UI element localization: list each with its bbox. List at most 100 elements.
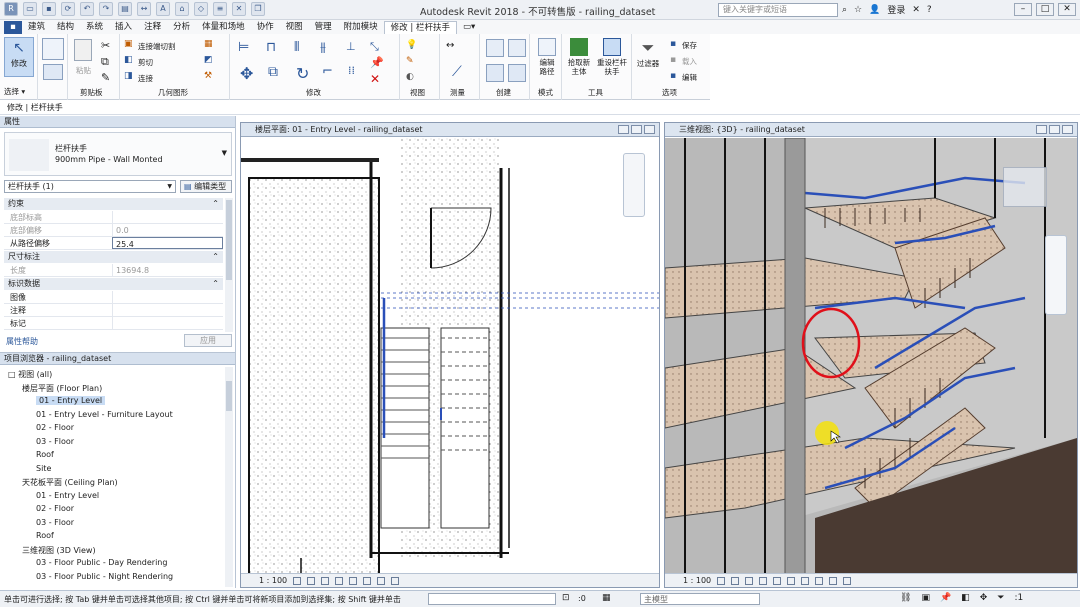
restore-icon[interactable] xyxy=(1049,125,1060,134)
restore-icon[interactable] xyxy=(631,125,642,134)
design-options-icon[interactable]: ▦ xyxy=(602,593,611,603)
lock-view-icon[interactable] xyxy=(815,577,824,585)
select-pinned-icon[interactable]: 📌 xyxy=(940,593,951,603)
editable-only-icon[interactable]: ⊡ xyxy=(562,593,570,603)
edit-path-button[interactable]: 编辑路径 xyxy=(536,38,558,82)
reset-railing-button[interactable]: 重设栏杆扶手 xyxy=(596,38,628,82)
properties-help-link[interactable]: 属性帮助 xyxy=(6,336,38,347)
crop-icon[interactable] xyxy=(349,577,358,585)
user-icon[interactable]: 👤 xyxy=(869,5,880,15)
close-hidden-icon[interactable]: ✕ xyxy=(232,2,246,16)
demolish-icon[interactable]: ⚒ xyxy=(204,71,217,84)
section-identity[interactable]: 标识数据 ⌃ xyxy=(4,278,223,290)
tab-modify-railing[interactable]: 修改 | 栏杆扶手 xyxy=(383,21,457,34)
thin-lines-icon[interactable]: ≡ xyxy=(213,2,227,16)
section-constraints[interactable]: 约束 ⌃ xyxy=(4,198,223,210)
move-icon[interactable]: ✥ xyxy=(240,64,253,83)
filter-button[interactable]: ⏷ 过滤器 xyxy=(634,38,662,82)
cope-icon[interactable]: ▣ xyxy=(124,39,137,52)
select-face-icon[interactable]: ◧ xyxy=(961,593,970,603)
exchange-icon[interactable]: ✕ xyxy=(912,5,920,15)
browser-item[interactable]: □ 视图 (all) xyxy=(8,369,52,380)
3d-view-icon[interactable]: ⌂ xyxy=(175,2,189,16)
measure-icon[interactable]: ↔ xyxy=(137,2,151,16)
search-input[interactable]: 键入关键字或短语 xyxy=(718,3,838,17)
tab-analyze[interactable]: 分析 xyxy=(167,21,196,34)
crop-icon[interactable] xyxy=(787,577,796,585)
file-tab[interactable]: ▪ xyxy=(4,21,22,34)
pin-icon[interactable]: 📌 xyxy=(370,56,384,69)
split-icon[interactable]: ⊥ xyxy=(346,40,359,53)
sun-path-icon[interactable] xyxy=(321,577,330,585)
reveal-icon[interactable] xyxy=(391,577,400,585)
browser-item[interactable]: 03 - Floor xyxy=(36,437,74,446)
path-offset-input[interactable]: 25.4 xyxy=(112,237,223,249)
visual-style-icon[interactable] xyxy=(307,577,316,585)
array-icon[interactable]: ⁞⁞ xyxy=(348,64,361,77)
copy-icon[interactable]: ⧉ xyxy=(101,55,114,68)
dimension-icon[interactable]: ⟋ xyxy=(452,64,465,80)
section-dimensions[interactable]: 尺寸标注 ⌃ xyxy=(4,251,223,263)
type-selector[interactable]: 栏杆扶手 900mm Pipe - Wall Monted ▼ xyxy=(4,132,232,176)
mirror-draw-icon[interactable]: ⫵ xyxy=(320,40,333,55)
text-icon[interactable]: A xyxy=(156,2,170,16)
detail-level-icon[interactable] xyxy=(717,577,726,585)
redo-icon[interactable]: ↷ xyxy=(99,2,113,16)
join-icon[interactable]: ◨ xyxy=(124,71,137,84)
scale-icon[interactable]: ⤡ xyxy=(370,40,383,53)
instance-filter-dropdown[interactable]: 栏杆扶手 (1) ▼ xyxy=(4,180,176,193)
connect-cut-button[interactable]: 连接端切割 xyxy=(138,41,176,52)
main-model-dropdown[interactable]: 主模型 xyxy=(640,593,760,605)
reveal-icon[interactable] xyxy=(843,577,852,585)
split-face-icon[interactable]: ◩ xyxy=(204,55,217,68)
show-crop-icon[interactable] xyxy=(363,577,372,585)
trim-icon[interactable]: ⌐ xyxy=(322,64,335,79)
load-selection-button[interactable]: 载入 xyxy=(682,56,697,67)
visual-style-icon[interactable] xyxy=(731,577,740,585)
select-dropdown[interactable]: 选择 ▾ xyxy=(4,86,25,97)
subscription-icon[interactable]: ☆ xyxy=(854,5,862,15)
tab-insert[interactable]: 插入 xyxy=(109,21,138,34)
browser-item[interactable]: 02 - Floor xyxy=(36,423,74,432)
browser-item[interactable]: 三维视图 (3D View) xyxy=(22,545,96,556)
browser-item[interactable]: Roof xyxy=(36,450,54,459)
viewcube[interactable] xyxy=(1003,167,1047,207)
cut-button[interactable]: 剪切 xyxy=(138,57,153,68)
type-properties-icon[interactable] xyxy=(43,64,63,80)
maximize-icon[interactable]: □ xyxy=(1036,3,1054,16)
3d-nav-bar[interactable] xyxy=(1045,235,1067,315)
hide-icon[interactable]: ◐ xyxy=(406,72,419,85)
create-parts-icon[interactable] xyxy=(508,39,526,57)
shadows-icon[interactable] xyxy=(759,577,768,585)
plan-nav-bar[interactable] xyxy=(623,153,645,217)
select-links-icon[interactable]: ⛓ xyxy=(900,593,911,603)
temp-hide-icon[interactable] xyxy=(377,577,386,585)
filter-status-icon[interactable]: ⏷ xyxy=(997,593,1004,603)
print-icon[interactable]: ▤ xyxy=(118,2,132,16)
pick-host-button[interactable]: 拾取新主体 xyxy=(566,38,592,82)
close-icon[interactable] xyxy=(644,125,655,134)
ribbon-toggle-icon[interactable]: ▭▾ xyxy=(457,21,481,34)
tab-collaborate[interactable]: 协作 xyxy=(251,21,280,34)
browser-item[interactable]: 03 - Floor Public - Night Rendering xyxy=(36,572,173,581)
minimize-icon[interactable] xyxy=(618,125,629,134)
browser-item[interactable]: 03 - Floor xyxy=(36,518,74,527)
apply-button[interactable]: 应用 xyxy=(184,334,232,347)
match-props-icon[interactable]: ✎ xyxy=(101,71,114,84)
save-selection-button[interactable]: 保存 xyxy=(682,40,697,51)
tab-massing[interactable]: 体量和场地 xyxy=(196,21,251,34)
copy-element-icon[interactable]: ⧉ xyxy=(268,64,281,80)
tab-annotate[interactable]: 注释 xyxy=(138,21,167,34)
switch-windows-icon[interactable]: ❐ xyxy=(251,2,265,16)
shadows-icon[interactable] xyxy=(335,577,344,585)
tab-addins[interactable]: 附加模块 xyxy=(338,21,384,34)
plan-scale[interactable]: 1 : 100 xyxy=(259,574,287,587)
minimize-icon[interactable] xyxy=(1036,125,1047,134)
browser-item[interactable]: Roof xyxy=(36,531,54,540)
browser-item[interactable]: 天花板平面 (Ceiling Plan) xyxy=(22,477,118,488)
browser-item[interactable]: 01 - Entry Level - Furniture Layout xyxy=(36,410,173,419)
modify-button[interactable]: ↖ 修改 xyxy=(4,37,34,77)
pencil-icon[interactable]: ✎ xyxy=(406,56,419,69)
props-scrollbar[interactable] xyxy=(225,198,233,332)
paint-icon[interactable]: ▦ xyxy=(204,39,217,52)
